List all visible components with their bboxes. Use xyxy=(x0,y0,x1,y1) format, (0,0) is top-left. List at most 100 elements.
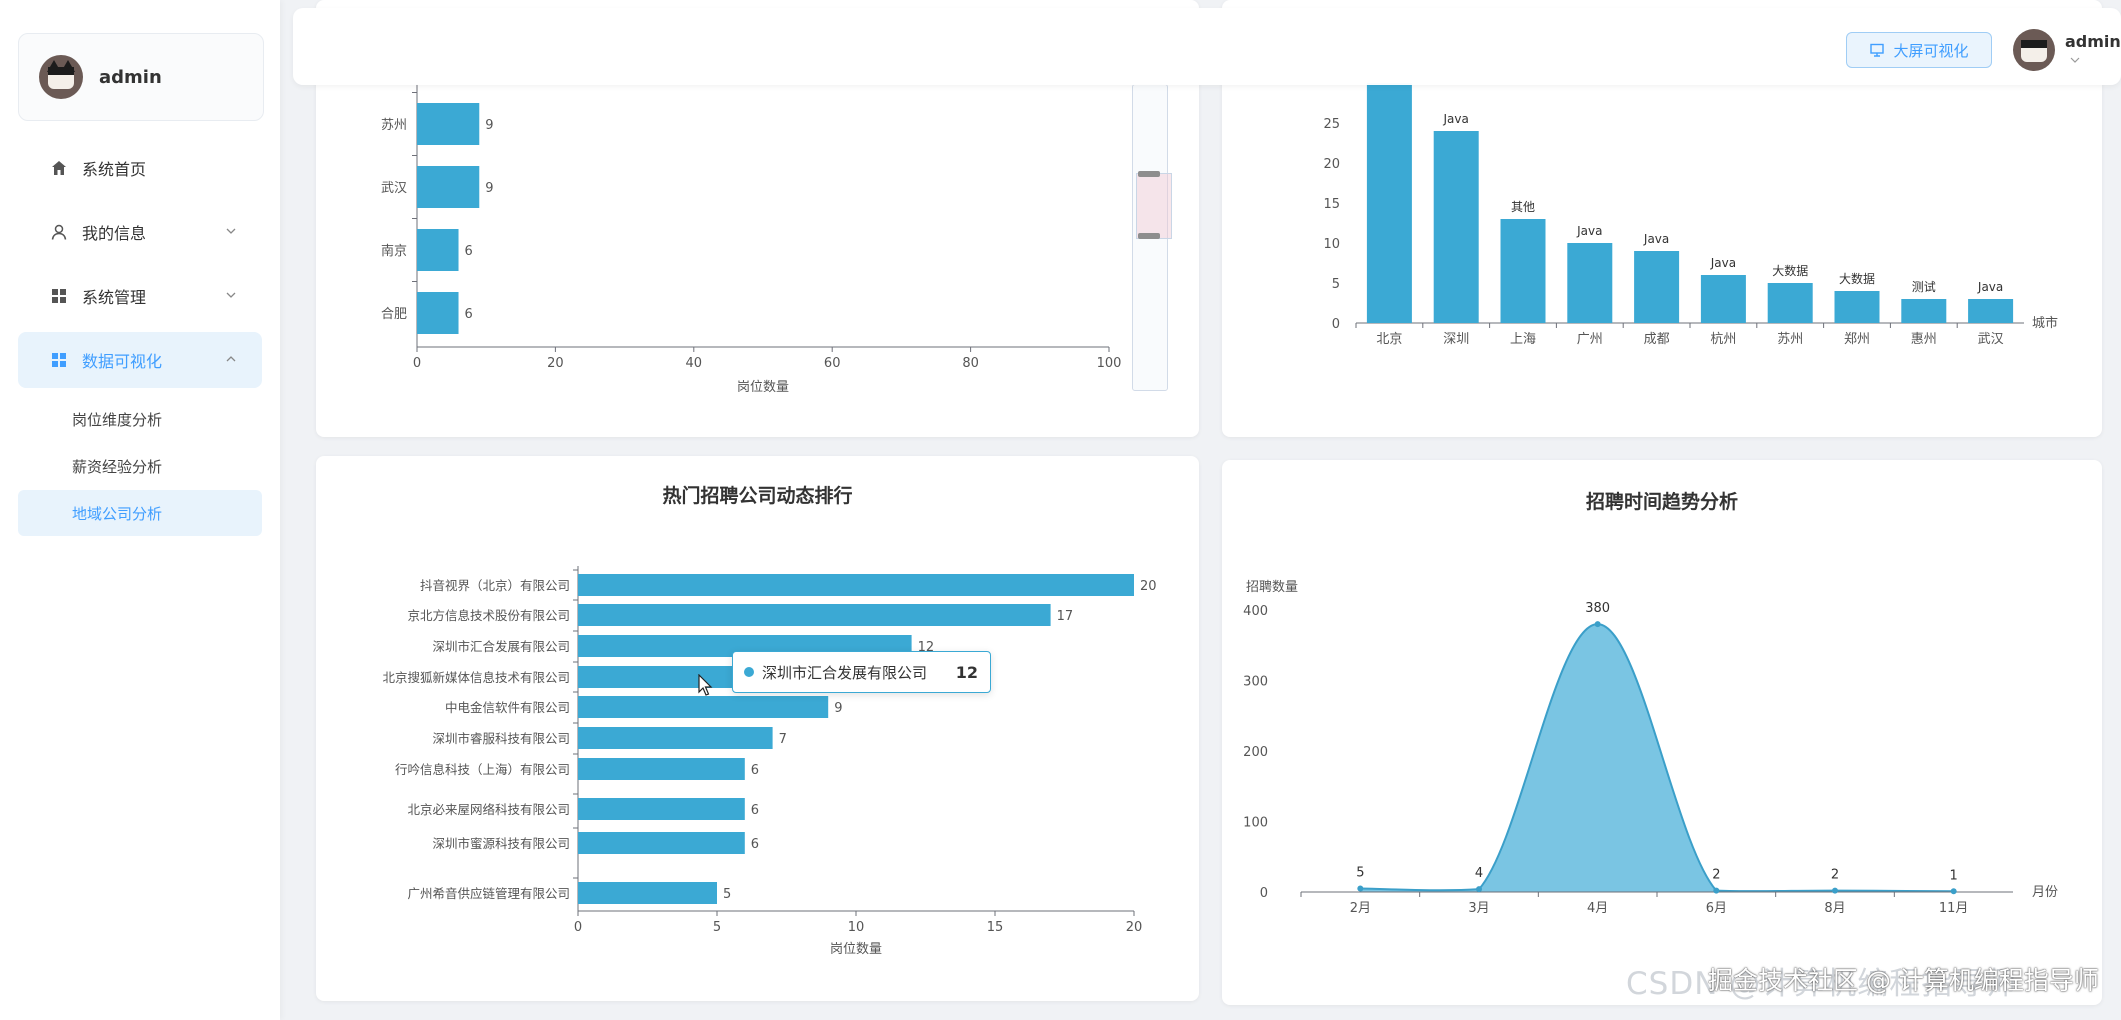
data-label: 5 xyxy=(1356,865,1364,880)
hiring-trend-card: 招聘时间趋势分析 招聘数量 0 100 200 300 400 5 2月 4 3月 380 4月 2 6月… xyxy=(1222,460,2102,1005)
bar xyxy=(1968,299,2014,323)
data-label: 6 xyxy=(465,307,473,322)
y-tick-label: 京北方信息技术股份有限公司 xyxy=(407,608,570,623)
submenu-item-position-analysis[interactable]: 岗位维度分析 xyxy=(18,396,262,442)
data-label: 1 xyxy=(1950,868,1958,883)
chevron-down-icon xyxy=(226,228,236,234)
data-label: 6 xyxy=(751,837,759,852)
data-label: 380 xyxy=(1585,601,1610,616)
bar xyxy=(1634,251,1680,323)
y-tick-label: 北京必来屋网络科技有限公司 xyxy=(407,802,570,817)
bar xyxy=(578,696,829,718)
zoom-slider[interactable] xyxy=(1132,84,1172,391)
bar xyxy=(1834,291,1880,323)
header-avatar[interactable] xyxy=(2013,29,2055,71)
zoom-slider-handle[interactable] xyxy=(1138,171,1160,177)
grid-icon xyxy=(52,289,66,303)
y-tick-label: 5 xyxy=(1332,277,1340,292)
header-user-name[interactable]: admin xyxy=(2065,32,2121,51)
y-tick-label: 400 xyxy=(1243,604,1268,619)
x-tick-label: 3月 xyxy=(1468,901,1489,916)
submenu-item-region-company-analysis[interactable]: 地域公司分析 xyxy=(18,490,262,536)
data-label: 其他 xyxy=(1511,200,1535,214)
zoom-slider-handle[interactable] xyxy=(1138,233,1160,239)
bar xyxy=(417,103,480,145)
x-tick-label: 15 xyxy=(987,920,1004,935)
submenu-item-salary-analysis[interactable]: 薪资经验分析 xyxy=(18,443,262,489)
company-ranking-card: 热门招聘公司动态排行 20 抖音视界（北京）有限公司 17 京北方信息技术股份有限公司… xyxy=(316,456,1199,1001)
menu-item-data-visualization[interactable]: 数据可视化 xyxy=(18,332,262,388)
y-tick-label: 合肥 xyxy=(381,307,407,322)
data-point xyxy=(1950,888,1957,895)
data-label: 7 xyxy=(779,732,787,747)
y-tick-label: 广州希音供应链管理有限公司 xyxy=(407,886,570,901)
watermark-juejin: 掘金技术社区 @ 计算机编程指导师 xyxy=(1708,966,2099,995)
menu-item-label: 我的信息 xyxy=(82,224,147,243)
y-tick-label: 南京 xyxy=(381,243,407,259)
y-tick-label: 0 xyxy=(1332,317,1340,332)
bar xyxy=(1366,83,1412,323)
y-tick-label: 0 xyxy=(1260,886,1268,901)
x-tick-label: 郑州 xyxy=(1844,332,1870,347)
x-tick-label: 20 xyxy=(547,356,564,371)
user-card[interactable]: admin xyxy=(18,33,264,121)
menu-item-label: 系统管理 xyxy=(82,288,147,307)
x-tick-label: 上海 xyxy=(1510,332,1536,347)
bar xyxy=(578,758,745,780)
y-tick-label: 中电金信软件有限公司 xyxy=(445,700,570,715)
bar xyxy=(417,229,459,271)
grid-icon xyxy=(52,353,66,367)
x-axis-title: 城市 xyxy=(2032,315,2058,331)
data-point xyxy=(1594,621,1601,628)
bar xyxy=(1700,275,1746,323)
bar xyxy=(417,292,459,334)
bar xyxy=(1567,243,1613,323)
menu-item-system[interactable]: 系统管理 xyxy=(18,268,262,324)
x-tick-label: 北京 xyxy=(1376,332,1402,347)
submenu-item-label: 地域公司分析 xyxy=(72,504,163,523)
x-tick-label: 深圳 xyxy=(1443,332,1469,347)
menu-item-home[interactable]: 系统首页 xyxy=(18,140,262,196)
data-label: 大数据 xyxy=(1772,263,1808,278)
menu-item-my-info[interactable]: 我的信息 xyxy=(18,204,262,260)
data-label: Java xyxy=(1643,232,1669,246)
data-label: 大数据 xyxy=(1839,271,1875,286)
data-label: Java xyxy=(1576,224,1602,238)
x-tick-label: 2月 xyxy=(1350,901,1371,916)
data-label: 9 xyxy=(485,118,493,133)
x-tick-label: 0 xyxy=(413,356,421,371)
y-tick-label: 10 xyxy=(1323,237,1340,252)
menu-item-label: 系统首页 xyxy=(82,160,147,179)
x-tick-label: 100 xyxy=(1097,356,1122,371)
x-tick-label: 0 xyxy=(574,920,582,935)
chevron-up-icon xyxy=(226,356,236,362)
bar xyxy=(578,798,745,820)
data-point xyxy=(1832,887,1838,894)
data-label: 9 xyxy=(485,181,493,196)
data-point xyxy=(1357,885,1364,892)
y-tick-label: 深圳市睿服科技有限公司 xyxy=(432,731,570,746)
big-screen-button[interactable]: 大屏可视化 xyxy=(1846,32,1992,68)
x-tick-label: 80 xyxy=(962,356,979,371)
bar xyxy=(1901,299,1947,323)
x-tick-label: 40 xyxy=(686,356,703,371)
zoom-slider-window[interactable] xyxy=(1136,173,1172,239)
home-icon xyxy=(52,161,66,175)
y-tick-label: 15 xyxy=(1323,197,1340,212)
data-label: 20 xyxy=(1140,579,1157,594)
y-tick-label: 北京搜狐新媒体信息技术有限公司 xyxy=(382,670,570,685)
x-axis-title: 岗位数量 xyxy=(830,942,882,957)
data-point xyxy=(1476,886,1482,893)
area-fill xyxy=(1360,624,1954,892)
bar xyxy=(417,166,480,208)
data-label: 2 xyxy=(1712,868,1720,883)
user-icon xyxy=(51,224,67,240)
chevron-down-icon[interactable] xyxy=(2069,56,2081,64)
monitor-icon xyxy=(1870,43,1885,57)
data-label: 6 xyxy=(465,244,473,259)
tooltip-value: 12 xyxy=(955,662,978,682)
tooltip-marker xyxy=(744,667,754,677)
sidebar: admin 系统首页 我的信息 系统管理 数据可视化 岗位维度分析 薪资经验分析 xyxy=(0,0,280,1020)
y-tick-label: 武汉 xyxy=(381,181,407,196)
chevron-down-icon xyxy=(226,292,236,298)
